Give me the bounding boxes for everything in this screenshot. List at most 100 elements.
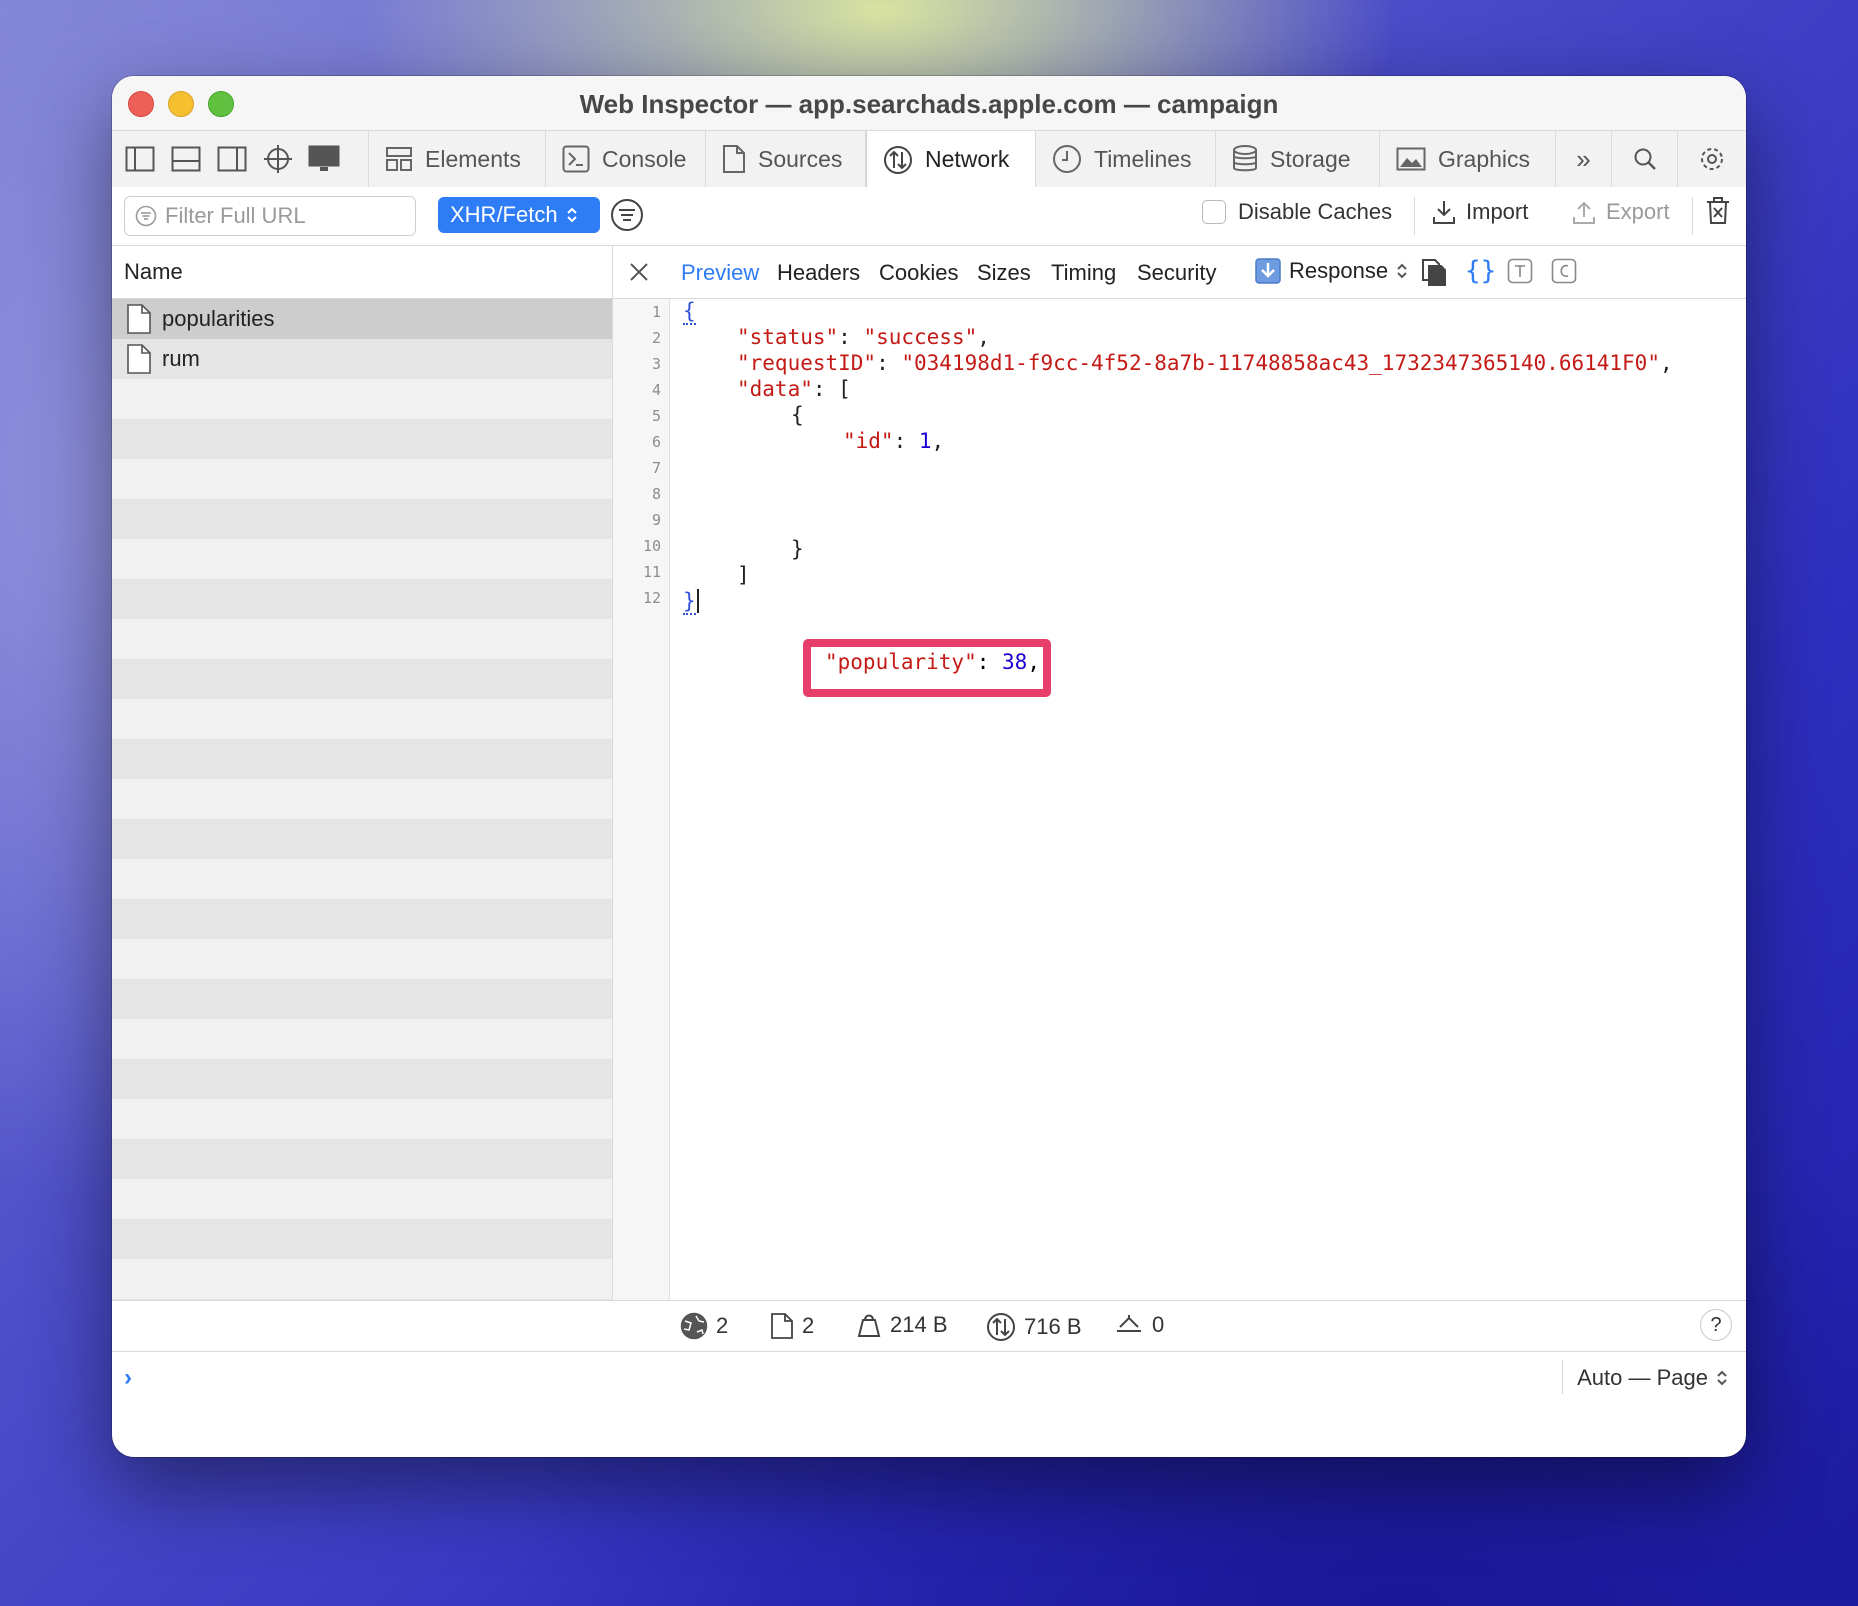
tab-storage[interactable]: Storage bbox=[1216, 131, 1380, 187]
console-icon bbox=[562, 145, 590, 173]
line-number: 4 bbox=[651, 381, 661, 399]
json-key: "popularity" bbox=[825, 650, 977, 674]
tab-elements[interactable]: Elements bbox=[368, 131, 546, 187]
json-number: 38 bbox=[1002, 650, 1028, 674]
line-number: 11 bbox=[642, 563, 661, 581]
more-filters-button[interactable] bbox=[610, 198, 644, 237]
tab-preview[interactable]: Preview bbox=[681, 260, 759, 286]
globe-icon bbox=[680, 1312, 708, 1340]
line-number: 2 bbox=[651, 329, 661, 347]
download-box-icon bbox=[1255, 258, 1281, 284]
document-icon bbox=[127, 304, 151, 334]
dock-bottom-icon[interactable] bbox=[168, 141, 204, 177]
line-number: 1 bbox=[651, 303, 661, 321]
search-button[interactable] bbox=[1612, 131, 1678, 187]
web-inspector-window: Web Inspector — app.searchads.apple.com … bbox=[112, 76, 1746, 1457]
code-line: "data": [ bbox=[737, 377, 851, 401]
dock-left-icon[interactable] bbox=[122, 141, 158, 177]
document-icon bbox=[723, 145, 745, 173]
chevron-double-right-icon: » bbox=[1576, 143, 1591, 174]
disable-caches-toggle[interactable]: Disable Caches bbox=[1202, 199, 1392, 225]
detail-tab-bar: Preview Headers Cookies Sizes Timing Sec… bbox=[613, 246, 1746, 299]
chevron-updown-icon bbox=[1717, 1370, 1727, 1386]
settings-button[interactable] bbox=[1678, 131, 1746, 187]
requests-value: 2 bbox=[716, 1313, 729, 1338]
execution-context-label: Auto — Page bbox=[1577, 1365, 1708, 1390]
download-icon bbox=[1433, 201, 1455, 224]
device-icon[interactable] bbox=[306, 141, 342, 177]
close-icon[interactable] bbox=[629, 262, 649, 282]
resources-count: 2 bbox=[770, 1312, 814, 1340]
json-view-icon[interactable]: {} bbox=[1465, 256, 1496, 286]
response-mode-select[interactable]: Response bbox=[1255, 258, 1408, 284]
copy-icon[interactable] bbox=[1421, 258, 1447, 286]
tab-sizes[interactable]: Sizes bbox=[977, 260, 1031, 286]
json-preview[interactable]: { "status": "success", "requestID": "034… bbox=[683, 299, 1746, 1300]
console-prompt-bar: › Auto — Page bbox=[112, 1351, 1746, 1402]
tab-graphics[interactable]: Graphics bbox=[1380, 131, 1556, 187]
tab-sources[interactable]: Sources bbox=[706, 131, 866, 187]
redirects-count: 0 bbox=[1114, 1312, 1164, 1338]
export-button[interactable]: Export bbox=[1572, 199, 1670, 225]
tab-timing[interactable]: Timing bbox=[1051, 260, 1116, 286]
execution-context-select[interactable]: Auto — Page bbox=[1577, 1365, 1728, 1391]
resources-value: 2 bbox=[802, 1313, 815, 1338]
elements-icon bbox=[386, 147, 412, 171]
resource-type-select[interactable]: XHR/Fetch bbox=[438, 197, 600, 233]
line-number: 3 bbox=[651, 355, 661, 373]
tab-headers[interactable]: Headers bbox=[777, 260, 860, 286]
inspector-tab-bar: Elements Console Sources Network Timelin… bbox=[112, 130, 1746, 188]
tab-label: Timelines bbox=[1094, 145, 1192, 172]
code-view-icon[interactable] bbox=[1551, 258, 1577, 284]
resource-type-label: XHR/Fetch bbox=[450, 202, 558, 227]
network-status-bar: 2 2 214 B 716 B 0 ? bbox=[112, 1300, 1746, 1351]
request-row-popularities[interactable]: popularities bbox=[112, 299, 612, 339]
document-icon bbox=[127, 344, 151, 374]
divider bbox=[1414, 197, 1415, 235]
tab-label: Graphics bbox=[1438, 145, 1531, 172]
code-line: } bbox=[683, 589, 712, 615]
tab-cookies[interactable]: Cookies bbox=[879, 260, 958, 286]
import-button[interactable]: Import bbox=[1432, 199, 1528, 225]
transferred-value: 214 B bbox=[890, 1312, 948, 1337]
tab-timelines[interactable]: Timelines bbox=[1036, 131, 1216, 187]
line-number: 6 bbox=[651, 433, 661, 451]
tab-console[interactable]: Console bbox=[546, 131, 706, 187]
line-number: 10 bbox=[642, 537, 661, 555]
crosshair-icon[interactable] bbox=[260, 141, 296, 177]
resource-size-value: 716 B bbox=[1024, 1314, 1082, 1339]
json-key: "requestID" bbox=[737, 351, 877, 375]
request-name: popularities bbox=[162, 306, 275, 331]
resource-size: 716 B bbox=[986, 1312, 1082, 1342]
dock-right-icon[interactable] bbox=[214, 141, 250, 177]
name-column-header[interactable]: Name bbox=[112, 246, 612, 299]
tab-network[interactable]: Network bbox=[866, 131, 1036, 188]
line-number: 9 bbox=[651, 511, 661, 529]
code-line: { bbox=[791, 403, 804, 427]
code-line: } bbox=[791, 537, 804, 561]
clear-log-button[interactable] bbox=[1706, 197, 1730, 225]
code-line: { bbox=[683, 299, 696, 325]
line-number: 5 bbox=[651, 407, 661, 425]
export-label: Export bbox=[1606, 199, 1670, 224]
disable-caches-checkbox[interactable] bbox=[1202, 200, 1226, 224]
help-button[interactable]: ? bbox=[1700, 1309, 1732, 1341]
request-row-rum[interactable]: rum bbox=[112, 339, 612, 379]
code-line: "id": 1, bbox=[843, 429, 945, 453]
text-view-icon[interactable] bbox=[1507, 258, 1533, 284]
filter-url-field[interactable]: Filter Full URL bbox=[124, 196, 416, 236]
redirects-value: 0 bbox=[1152, 1312, 1165, 1337]
request-name: rum bbox=[162, 346, 200, 371]
weight-icon bbox=[857, 1314, 881, 1337]
tab-security[interactable]: Security bbox=[1137, 260, 1216, 286]
chevron-updown-icon bbox=[566, 207, 577, 223]
console-prompt-icon[interactable]: › bbox=[124, 1364, 132, 1392]
title-bar: Web Inspector — app.searchads.apple.com … bbox=[112, 76, 1746, 130]
transferred-size: 214 B bbox=[856, 1312, 948, 1338]
line-number: 8 bbox=[651, 485, 661, 503]
json-key: "id" bbox=[843, 429, 894, 453]
network-icon bbox=[987, 1313, 1015, 1341]
more-tabs-button[interactable]: » bbox=[1556, 131, 1612, 187]
tab-label: Storage bbox=[1270, 145, 1351, 172]
line-number: 7 bbox=[651, 459, 661, 477]
